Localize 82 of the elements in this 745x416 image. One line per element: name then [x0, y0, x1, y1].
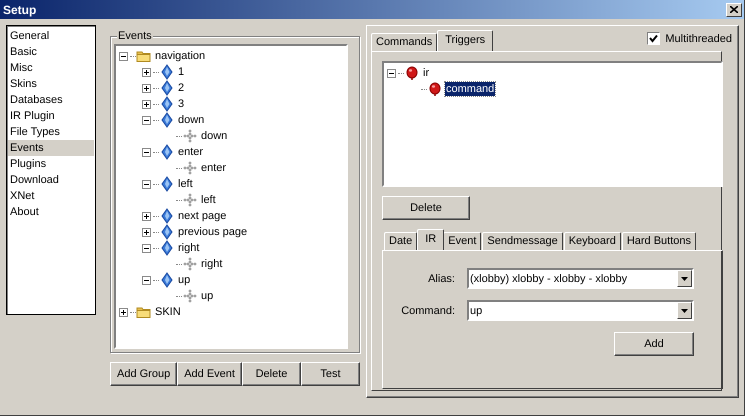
tree-item[interactable]: up [177, 273, 192, 287]
checkbox-label: Multithreaded [665, 32, 732, 44]
diamond-icon [159, 96, 175, 112]
sidebar-item[interactable]: Misc [8, 60, 94, 76]
diamond-icon [159, 112, 175, 128]
sidebar-item[interactable]: Basic [8, 44, 94, 60]
ball-icon [404, 65, 420, 81]
tree-item[interactable]: previous page [177, 225, 248, 239]
sidebar-item[interactable]: Databases [8, 92, 94, 108]
expander-icon[interactable] [142, 68, 151, 76]
tree-item[interactable]: enter [200, 161, 228, 175]
cross-icon [182, 288, 198, 304]
tree-item[interactable]: right [200, 257, 224, 271]
diamond-icon [159, 64, 175, 80]
delete-button[interactable]: Delete [382, 196, 470, 220]
diamond-icon [159, 208, 175, 224]
sidebar-item[interactable]: Download [8, 172, 94, 188]
tree-item[interactable]: command [445, 82, 496, 96]
sidebar-item[interactable]: General [8, 28, 94, 44]
tree-item[interactable]: ir [422, 66, 430, 80]
command-dropdown[interactable]: up [467, 300, 694, 321]
expander-icon[interactable] [142, 212, 151, 220]
cross-icon [182, 160, 198, 176]
add-button[interactable]: Add [614, 332, 694, 356]
alias-dropdown[interactable]: (xlobby) xlobby - xlobby - xlobby [467, 268, 694, 289]
expander-icon[interactable] [142, 244, 151, 252]
ball-icon [427, 81, 443, 97]
tree-item[interactable]: left [200, 193, 217, 207]
diamond-icon [159, 224, 175, 240]
expander-icon[interactable] [119, 52, 128, 60]
expander-icon[interactable] [387, 68, 396, 78]
expander-icon[interactable] [142, 228, 151, 236]
diamond-icon [159, 144, 175, 160]
button[interactable]: Delete [242, 362, 301, 386]
close-button[interactable] [726, 2, 742, 16]
expander-icon[interactable] [142, 84, 151, 92]
expander-icon[interactable] [142, 148, 151, 156]
button[interactable]: Add Event [177, 362, 242, 386]
sidebar-item[interactable]: Skins [8, 76, 94, 92]
tree-item[interactable]: 2 [177, 81, 186, 95]
tree-item[interactable]: navigation [154, 49, 206, 63]
tab[interactable]: IR [417, 229, 444, 250]
tree-item[interactable]: left [177, 177, 194, 191]
sidebar-item[interactable]: IR Plugin [8, 108, 94, 124]
tree-item[interactable]: down [200, 129, 228, 143]
sidebar-item[interactable]: About [8, 204, 94, 220]
tree-item[interactable]: up [200, 289, 214, 303]
tab[interactable]: Sendmessage [482, 232, 563, 250]
tab[interactable]: Event [443, 232, 482, 250]
tree-item[interactable]: 3 [177, 97, 186, 111]
tree-item[interactable]: right [177, 241, 200, 255]
tree-item[interactable]: SKIN [154, 305, 182, 319]
cross-icon [182, 128, 198, 144]
expander-icon[interactable] [119, 308, 128, 316]
expander-icon[interactable] [142, 276, 151, 284]
cross-icon [182, 192, 198, 208]
cross-icon [182, 256, 198, 272]
close-icon [730, 6, 738, 13]
checkbox[interactable] [647, 32, 660, 45]
button[interactable]: Add Group [110, 362, 178, 386]
tab[interactable]: Keyboard [564, 232, 621, 250]
tree-item[interactable]: 1 [177, 65, 186, 79]
expander-icon[interactable] [142, 116, 151, 124]
field-label: Command: [400, 304, 455, 316]
button[interactable]: Test [300, 362, 360, 386]
tab[interactable]: Hard Buttons [622, 232, 696, 250]
tab[interactable]: Triggers [437, 30, 494, 51]
field-label: Alias: [427, 272, 455, 284]
tree-item[interactable]: down [177, 113, 206, 127]
sidebar-item[interactable]: Events [8, 140, 94, 156]
tree-item[interactable]: next page [177, 209, 228, 223]
tree-item[interactable]: enter [177, 145, 204, 159]
expander-icon[interactable] [142, 100, 151, 108]
window-title: Setup [3, 2, 36, 16]
diamond-icon [159, 240, 175, 256]
sidebar-item[interactable]: XNet [8, 188, 94, 204]
diamond-icon [159, 80, 175, 96]
diamond-icon [159, 176, 175, 192]
sidebar-item[interactable]: Plugins [8, 156, 94, 172]
diamond-icon [159, 272, 175, 288]
sidebar-item[interactable]: File Types [8, 124, 94, 140]
expander-icon[interactable] [142, 180, 151, 188]
